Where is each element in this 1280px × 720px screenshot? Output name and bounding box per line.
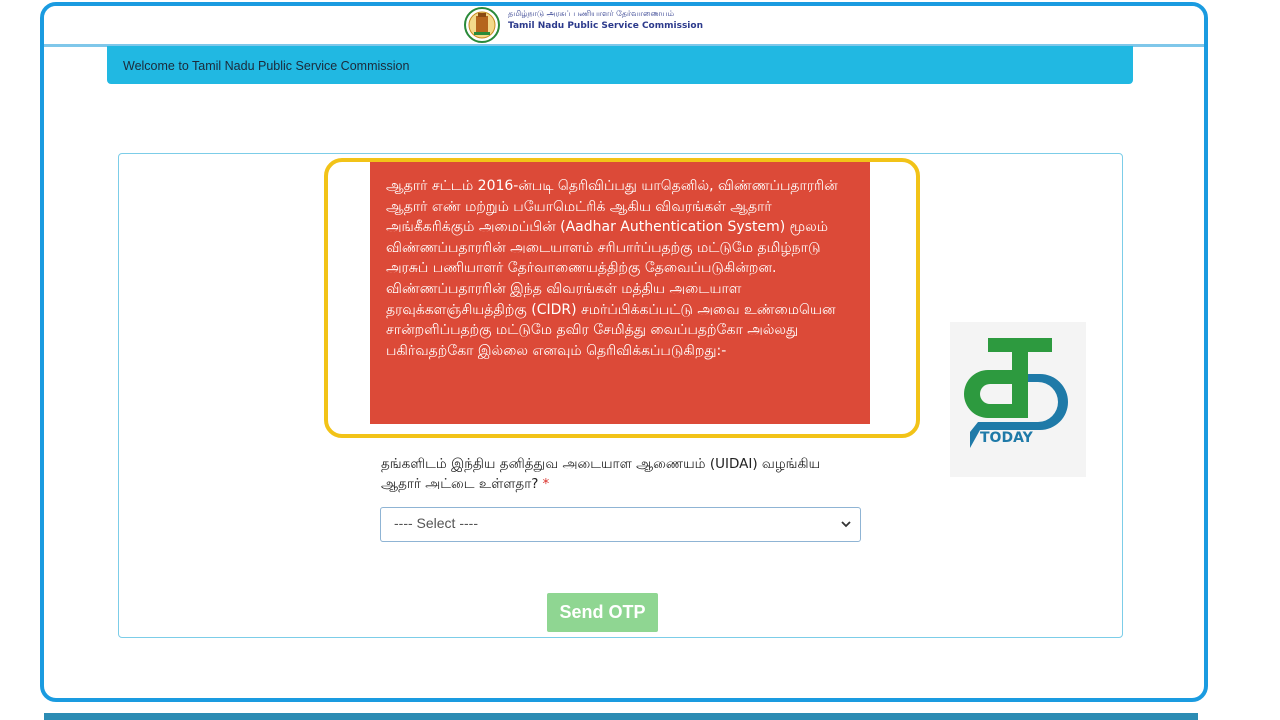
chevron-down-icon <box>841 521 851 528</box>
aadhar-question: தங்களிடம் இந்திய தனித்துவ அடையாள ஆணையம் … <box>381 454 861 494</box>
org-name-english: Tamil Nadu Public Service Commission <box>508 21 703 31</box>
welcome-text: Welcome to Tamil Nadu Public Service Com… <box>123 59 410 73</box>
aadhar-notice-text: ஆதார் சட்டம் 2016-ன்படி தெரிவிப்பது யாதெ… <box>386 178 838 359</box>
aadhar-select[interactable]: ---- Select ---- <box>380 507 861 542</box>
org-logo-text: தமிழ்நாடு அரசுப் பணியாளர் தேர்வாணையம் Ta… <box>508 9 703 33</box>
aadhar-select-value: ---- Select ---- <box>394 515 478 531</box>
send-otp-button[interactable]: Send OTP <box>547 593 658 632</box>
tamil-nadu-emblem-icon <box>464 7 500 43</box>
org-name-tamil: தமிழ்நாடு அரசுப் பணியாளர் தேர்வாணையம் <box>508 9 675 18</box>
watermark-text: TODAY <box>980 430 1034 446</box>
watermark-logo: TODAY <box>950 322 1086 477</box>
header: தமிழ்நாடு அரசுப் பணியாளர் தேர்வாணையம் Ta… <box>44 6 1204 47</box>
aadhar-question-text: தங்களிடம் இந்திய தனித்துவ அடையாள ஆணையம் … <box>381 456 821 492</box>
tamil-today-logo-icon: TODAY <box>964 338 1068 448</box>
welcome-bar: Welcome to Tamil Nadu Public Service Com… <box>107 46 1133 84</box>
required-marker: * <box>542 476 550 492</box>
bottom-bar <box>44 713 1198 720</box>
aadhar-notice: ஆதார் சட்டம் 2016-ன்படி தெரிவிப்பது யாதெ… <box>370 162 870 424</box>
